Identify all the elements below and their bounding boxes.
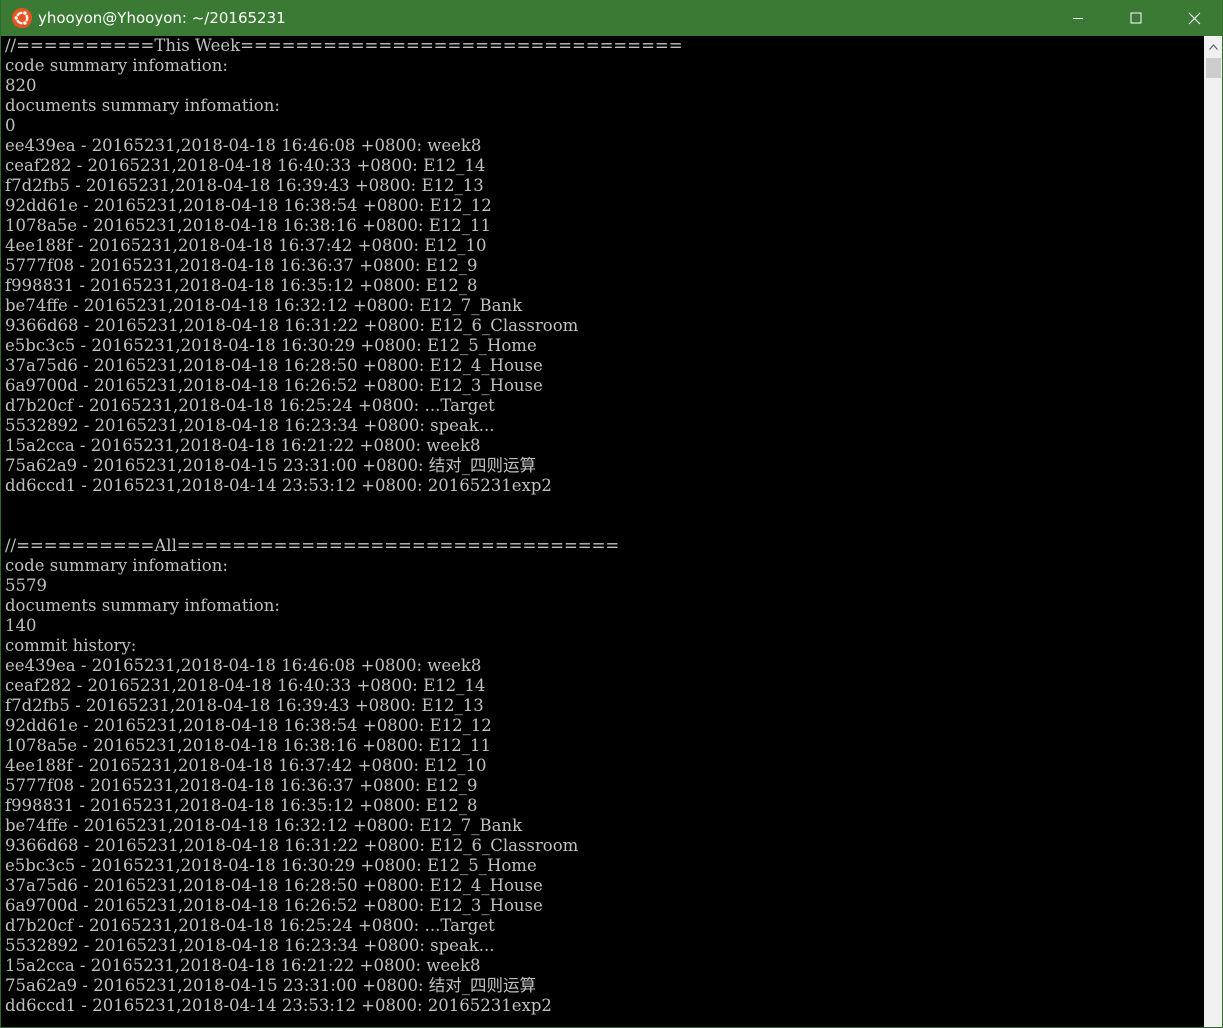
- terminal-line: documents summary infomation:: [5, 96, 280, 115]
- terminal-line: dd6ccd1 - 20165231,2018-04-14 23:53:12 +…: [5, 476, 552, 495]
- terminal-line: dd6ccd1 - 20165231,2018-04-14 23:53:12 +…: [5, 996, 552, 1015]
- scrollbar-thumb[interactable]: [1206, 58, 1221, 78]
- ubuntu-logo-icon[interactable]: [12, 8, 32, 28]
- terminal-line: 92dd61e - 20165231,2018-04-18 16:38:54 +…: [5, 716, 492, 735]
- terminal-line: 5777f08 - 20165231,2018-04-18 16:36:37 +…: [5, 776, 478, 795]
- minimize-button[interactable]: [1049, 0, 1107, 36]
- vertical-scrollbar[interactable]: [1204, 36, 1222, 1027]
- terminal-line: ceaf282 - 20165231,2018-04-18 16:40:33 +…: [5, 156, 486, 175]
- terminal-line: 820: [5, 76, 37, 95]
- terminal-line: be74ffe - 20165231,2018-04-18 16:32:12 +…: [5, 296, 523, 315]
- terminal-line: be74ffe - 20165231,2018-04-18 16:32:12 +…: [5, 816, 523, 835]
- terminal-line: 4ee188f - 20165231,2018-04-18 16:37:42 +…: [5, 236, 487, 255]
- terminal-line: 75a62a9 - 20165231,2018-04-15 23:31:00 +…: [5, 976, 537, 995]
- terminal-line: documents summary infomation:: [5, 596, 280, 615]
- terminal-line: 140: [5, 616, 37, 635]
- terminal-line: //==========This Week===================…: [5, 36, 683, 55]
- terminal-line: 5579: [5, 576, 47, 595]
- terminal-line: 15a2cca - 20165231,2018-04-18 16:21:22 +…: [5, 436, 481, 455]
- terminal-line: ee439ea - 20165231,2018-04-18 16:46:08 +…: [5, 136, 482, 155]
- terminal-line: //==========All=========================…: [5, 536, 620, 555]
- scroll-up-button[interactable]: [1204, 36, 1222, 57]
- terminal-line: 15a2cca - 20165231,2018-04-18 16:21:22 +…: [5, 956, 481, 975]
- terminal-line: 92dd61e - 20165231,2018-04-18 16:38:54 +…: [5, 196, 492, 215]
- terminal-line: f998831 - 20165231,2018-04-18 16:35:12 +…: [5, 796, 478, 815]
- close-icon: [1188, 12, 1200, 24]
- terminal-line: commit history:: [5, 636, 137, 655]
- title-bar[interactable]: yhooyon@Yhooyon: ~/20165231: [1, 0, 1222, 36]
- terminal-line: ceaf282 - 20165231,2018-04-18 16:40:33 +…: [5, 676, 486, 695]
- terminal-line: e5bc3c5 - 20165231,2018-04-18 16:30:29 +…: [5, 856, 537, 875]
- terminal-line: f998831 - 20165231,2018-04-18 16:35:12 +…: [5, 276, 478, 295]
- terminal-line: code summary infomation:: [5, 556, 228, 575]
- terminal-line: 5777f08 - 20165231,2018-04-18 16:36:37 +…: [5, 256, 478, 275]
- terminal-line: code summary infomation:: [5, 56, 228, 75]
- terminal-line: d7b20cf - 20165231,2018-04-18 16:25:24 +…: [5, 396, 495, 415]
- terminal-line: 1078a5e - 20165231,2018-04-18 16:38:16 +…: [5, 216, 492, 235]
- terminal-line: 9366d68 - 20165231,2018-04-18 16:31:22 +…: [5, 316, 579, 335]
- maximize-icon: [1130, 12, 1142, 24]
- terminal-line: 75a62a9 - 20165231,2018-04-15 23:31:00 +…: [5, 456, 537, 475]
- terminal-line: 1078a5e - 20165231,2018-04-18 16:38:16 +…: [5, 736, 492, 755]
- terminal-line: 37a75d6 - 20165231,2018-04-18 16:28:50 +…: [5, 876, 543, 895]
- terminal-window: yhooyon@Yhooyon: ~/20165231 //==========…: [0, 0, 1223, 1028]
- close-button[interactable]: [1165, 0, 1222, 36]
- terminal-output-area[interactable]: //==========This Week===================…: [1, 36, 1204, 1027]
- maximize-button[interactable]: [1107, 0, 1165, 36]
- terminal-line: e5bc3c5 - 20165231,2018-04-18 16:30:29 +…: [5, 336, 537, 355]
- terminal-line: 6a9700d - 20165231,2018-04-18 16:26:52 +…: [5, 376, 543, 395]
- terminal-line: 0: [5, 116, 16, 135]
- terminal-line: f7d2fb5 - 20165231,2018-04-18 16:39:43 +…: [5, 176, 484, 195]
- terminal-output: //==========This Week===================…: [5, 36, 683, 1016]
- terminal-line: 4ee188f - 20165231,2018-04-18 16:37:42 +…: [5, 756, 487, 775]
- terminal-line: d7b20cf - 20165231,2018-04-18 16:25:24 +…: [5, 916, 495, 935]
- terminal-line: ee439ea - 20165231,2018-04-18 16:46:08 +…: [5, 656, 482, 675]
- scroll-up-arrow-icon: [1209, 43, 1218, 50]
- terminal-line: 37a75d6 - 20165231,2018-04-18 16:28:50 +…: [5, 356, 543, 375]
- window-title: yhooyon@Yhooyon: ~/20165231: [38, 9, 286, 27]
- terminal-line: 5532892 - 20165231,2018-04-18 16:23:34 +…: [5, 416, 495, 435]
- minimize-icon: [1073, 18, 1083, 19]
- terminal-line: 6a9700d - 20165231,2018-04-18 16:26:52 +…: [5, 896, 543, 915]
- terminal-line: 9366d68 - 20165231,2018-04-18 16:31:22 +…: [5, 836, 579, 855]
- terminal-line: f7d2fb5 - 20165231,2018-04-18 16:39:43 +…: [5, 696, 484, 715]
- terminal-line: 5532892 - 20165231,2018-04-18 16:23:34 +…: [5, 936, 495, 955]
